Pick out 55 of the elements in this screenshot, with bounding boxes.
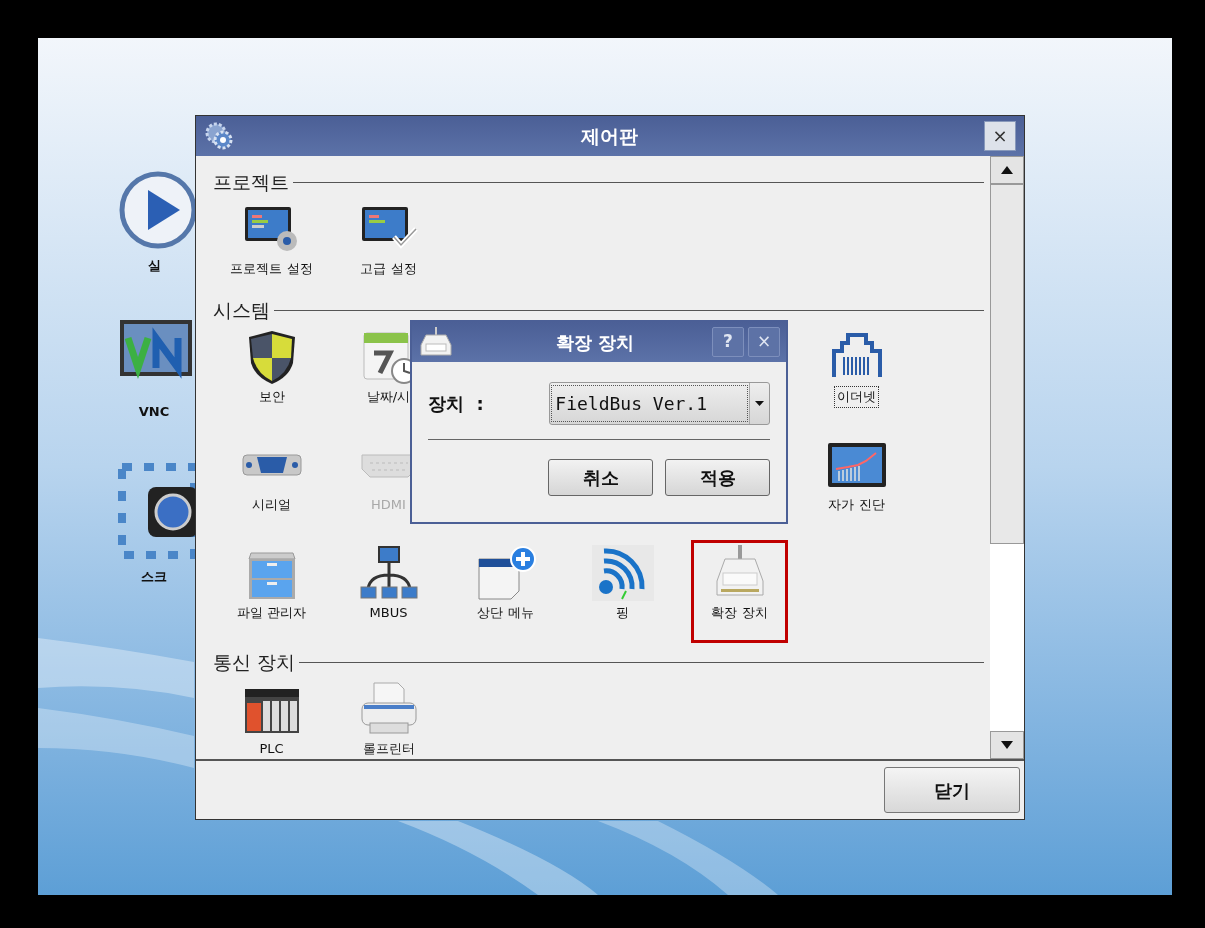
- dialog-title: 확장 장치: [554, 330, 636, 355]
- item-label: 시리얼: [251, 496, 292, 514]
- dialog-button[interactable]: 적용: [665, 459, 770, 496]
- item-label: MBUS: [368, 604, 409, 622]
- dialog-button[interactable]: 취소: [548, 459, 653, 496]
- desktop-icon-label: 실: [147, 257, 162, 275]
- field-label: 장치 :: [428, 392, 485, 416]
- item-label: 자가 진단: [827, 496, 886, 514]
- device-select[interactable]: FieldBus Ver.1: [549, 382, 770, 425]
- ping-signal-icon: [591, 545, 654, 601]
- item-label: 롤프린터: [361, 740, 416, 758]
- item-label: 상단 메뉴: [476, 604, 535, 622]
- close-button[interactable]: ×: [984, 121, 1016, 151]
- close-button[interactable]: ×: [748, 327, 780, 357]
- up-arrow-icon: [1001, 166, 1013, 174]
- control-panel-item[interactable]: 파일 관리자: [223, 540, 320, 643]
- section-title: 통신 장치: [213, 649, 296, 675]
- scrollbar[interactable]: [990, 156, 1024, 759]
- network-tree-icon: [357, 545, 420, 601]
- gear-icon: [204, 121, 234, 151]
- window-title: 제어판: [579, 123, 639, 149]
- down-arrow-icon: [1001, 741, 1013, 749]
- scroll-thumb[interactable]: [990, 184, 1024, 544]
- dropdown-arrow-icon: [755, 401, 764, 406]
- control-panel-item[interactable]: 롤프린터: [340, 676, 437, 759]
- item-label: 프로젝트 설정: [229, 260, 314, 278]
- item-label: 이더넷: [835, 387, 878, 407]
- control-panel-item[interactable]: MBUS: [340, 540, 437, 643]
- control-panel-item[interactable]: 확장 장치: [691, 540, 788, 643]
- connector-icon: [418, 327, 454, 357]
- item-label: 보안: [257, 388, 286, 406]
- control-panel-item[interactable]: 상단 메뉴: [457, 540, 554, 643]
- control-panel-item[interactable]: 이더넷: [808, 324, 905, 427]
- item-label: 고급 설정: [359, 260, 418, 278]
- desktop-icon-label: VNC: [138, 402, 171, 421]
- close-window-button[interactable]: 닫기: [884, 767, 1020, 813]
- control-panel-item[interactable]: 핑: [574, 540, 671, 643]
- scroll-down-button[interactable]: [990, 731, 1024, 759]
- item-label: HDMI: [370, 496, 407, 514]
- item-label: 확장 장치: [710, 604, 769, 622]
- item-label: 날짜/시: [365, 388, 412, 406]
- control-panel-item[interactable]: 자가 진단: [808, 432, 905, 535]
- control-panel-item[interactable]: 시리얼: [223, 432, 320, 535]
- control-panel-item[interactable]: 고급 설정: [340, 196, 437, 299]
- item-label: 핑: [615, 604, 630, 622]
- item-label: 파일 관리자: [235, 604, 308, 622]
- control-panel-item[interactable]: 보안: [223, 324, 320, 427]
- section-title: 시스템: [213, 297, 270, 323]
- help-button[interactable]: ?: [712, 327, 744, 357]
- item-label: PLC: [258, 740, 285, 758]
- desktop-icon-label: 스크: [141, 568, 168, 586]
- control-panel-item[interactable]: PLC: [223, 676, 320, 759]
- section-title: 프로젝트: [213, 169, 289, 195]
- control-panel-item[interactable]: 프로젝트 설정: [223, 196, 320, 299]
- scroll-up-button[interactable]: [990, 156, 1024, 184]
